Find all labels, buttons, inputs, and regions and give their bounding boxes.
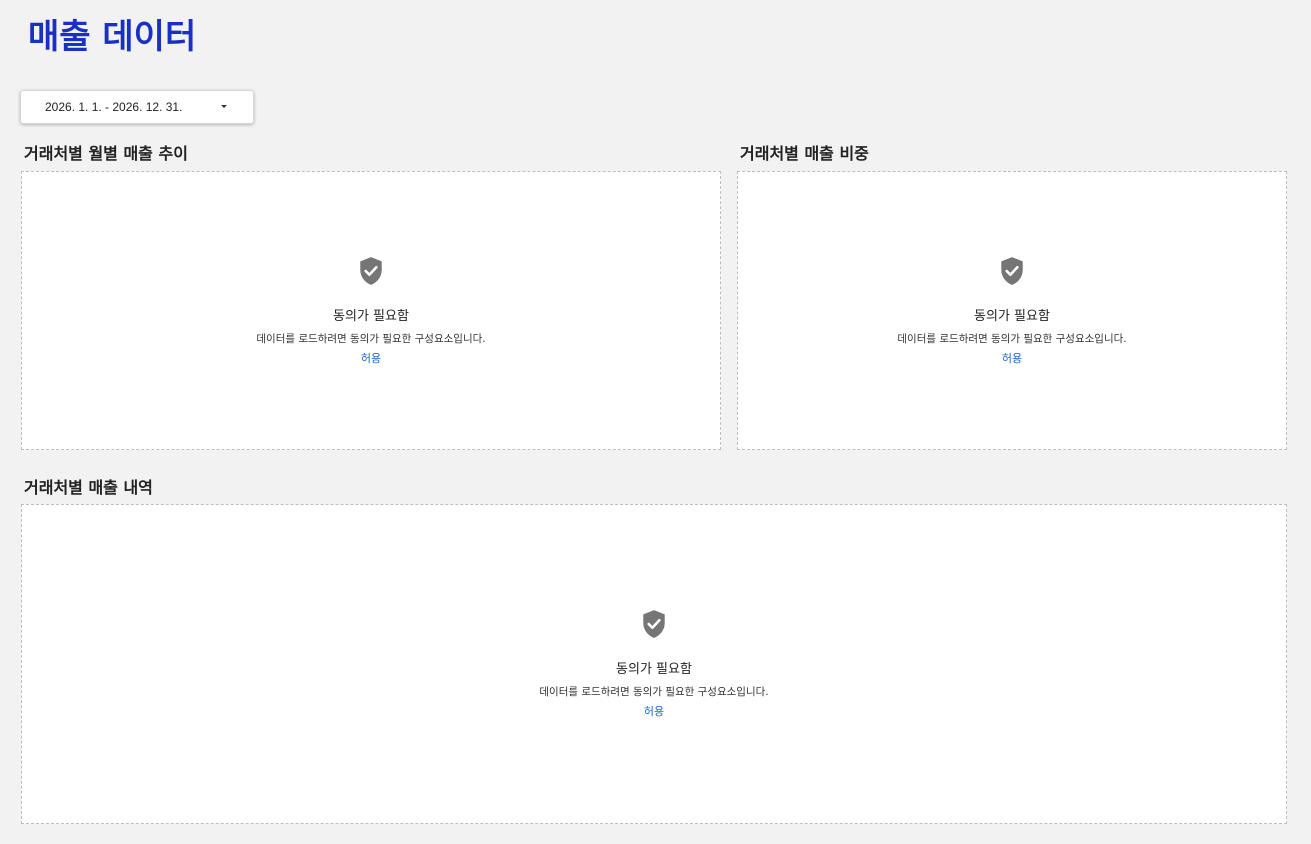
caret-down-icon: [221, 105, 227, 108]
share-panel: 동의가 필요함 데이터를 로드하려면 동의가 필요한 구성요소입니다. 허용: [737, 171, 1287, 450]
shield-check-icon: [360, 257, 382, 285]
section-title-details: 거래처별 매출 내역: [24, 478, 153, 497]
consent-description: 데이터를 로드하려면 동의가 필요한 구성요소입니다.: [897, 333, 1127, 345]
consent-title: 동의가 필요함: [333, 309, 409, 324]
consent-description: 데이터를 로드하려면 동의가 필요한 구성요소입니다.: [256, 333, 486, 345]
shield-check-icon: [1001, 257, 1023, 285]
consent-title: 동의가 필요함: [974, 309, 1050, 324]
details-panel: 동의가 필요함 데이터를 로드하려면 동의가 필요한 구성요소입니다. 허용: [21, 504, 1287, 824]
date-range-value: 2026. 1. 1. - 2026. 12. 31.: [45, 100, 183, 114]
allow-link[interactable]: 허용: [1002, 352, 1022, 366]
consent-placeholder: 동의가 필요함 데이터를 로드하려면 동의가 필요한 구성요소입니다. 허용: [22, 256, 720, 366]
date-range-select[interactable]: 2026. 1. 1. - 2026. 12. 31.: [20, 90, 254, 124]
page-title: 매출 데이터: [28, 17, 197, 57]
allow-link[interactable]: 허용: [361, 352, 381, 366]
section-title-share: 거래처별 매출 비중: [740, 144, 869, 163]
section-title-monthly-trend: 거래처별 월별 매출 추이: [24, 144, 188, 163]
shield-check-icon: [643, 610, 665, 638]
monthly-trend-panel: 동의가 필요함 데이터를 로드하려면 동의가 필요한 구성요소입니다. 허용: [21, 171, 721, 450]
consent-placeholder: 동의가 필요함 데이터를 로드하려면 동의가 필요한 구성요소입니다. 허용: [22, 609, 1286, 719]
allow-link[interactable]: 허용: [644, 705, 664, 719]
consent-placeholder: 동의가 필요함 데이터를 로드하려면 동의가 필요한 구성요소입니다. 허용: [738, 256, 1286, 366]
consent-description: 데이터를 로드하려면 동의가 필요한 구성요소입니다.: [539, 686, 769, 698]
consent-title: 동의가 필요함: [616, 662, 692, 677]
